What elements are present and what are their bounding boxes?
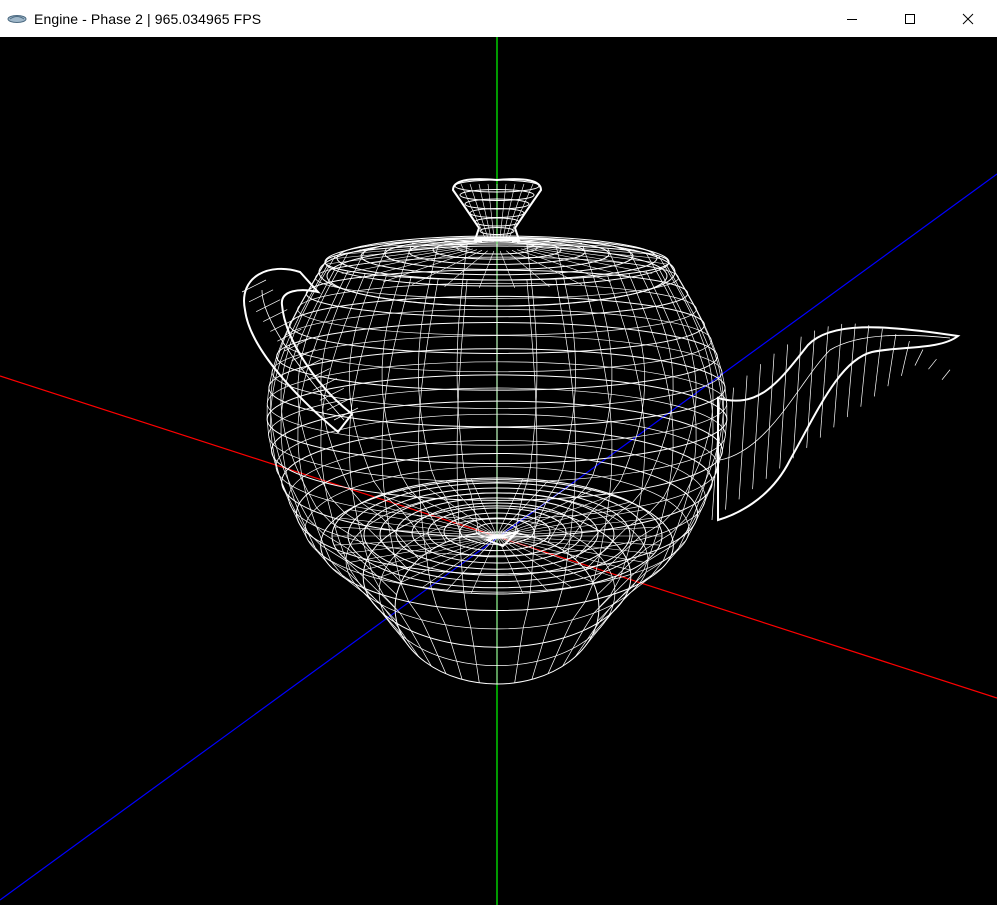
close-icon [962,13,974,24]
handle-rib [255,299,281,313]
render-viewport[interactable] [0,37,997,905]
spout-rib [738,375,748,500]
spout-rib [914,349,924,366]
body-meridian [562,248,646,551]
handle-rib [248,289,274,303]
base-spoke [421,484,498,537]
body-meridian [531,245,576,537]
maximize-icon [905,13,915,24]
teapot-wireframe [241,178,961,685]
spout-rib [806,330,816,448]
window-title: Engine - Phase 2 | 965.034965 FPS [34,10,262,27]
body-meridian [562,275,646,667]
spout-rib [765,353,775,479]
minimize-icon [847,18,857,20]
spout-rib [752,364,761,490]
spout-rib [819,326,829,438]
body-meridian [348,275,432,667]
body-meridian [348,248,432,551]
spout-rib [901,341,910,376]
body-meridian [531,278,576,680]
body-meridian [592,268,714,635]
world-axes [0,37,997,905]
scene-canvas [0,37,997,905]
handle-rib [270,319,295,332]
window-controls [823,0,997,37]
spout-rib [874,328,883,397]
body-meridian [598,261,728,609]
spout-rib [941,369,951,380]
engine-logo-icon [7,12,29,26]
body-meridian [418,278,463,680]
body-meridian [280,268,402,635]
base-spoke [399,535,498,584]
base-spoke [496,535,631,571]
base-spoke [445,535,498,592]
title-bar[interactable]: Engine - Phase 2 | 965.034965 FPS [0,0,997,37]
minimize-button[interactable] [823,0,881,37]
base-spoke [496,535,595,584]
spout-rib [887,334,897,387]
body-meridian [266,261,396,609]
maximize-button[interactable] [881,0,939,37]
close-button[interactable] [939,0,997,37]
body-meridian [418,245,463,537]
spout-rib [928,358,937,370]
spout-rib [846,323,856,418]
spout-outline [717,326,961,522]
base-spoke [496,484,573,537]
